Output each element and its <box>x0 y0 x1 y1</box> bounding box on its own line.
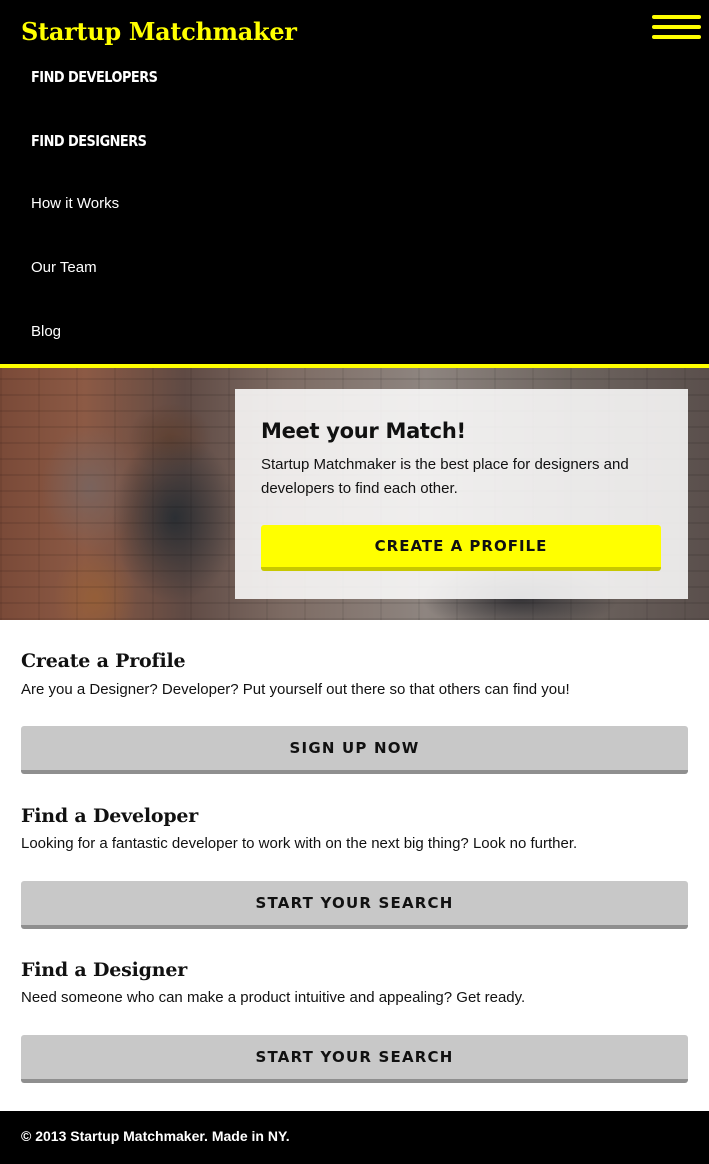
menu-bar-top <box>652 15 701 19</box>
designer-search-button[interactable]: START YOUR SEARCH <box>21 1035 688 1083</box>
nav-item-find-developers[interactable]: FIND DEVELOPERS <box>31 63 158 91</box>
site-footer: © 2013 Startup Matchmaker. Made in NY. <box>0 1111 709 1164</box>
nav-item-our-team[interactable]: Our Team <box>31 254 97 282</box>
create-profile-button[interactable]: CREATE A PROFILE <box>261 525 661 571</box>
hero-card: Meet your Match! Startup Matchmaker is t… <box>235 389 688 599</box>
section-title: Find a Developer <box>21 805 199 827</box>
nav-item-how-it-works[interactable]: How it Works <box>31 190 119 218</box>
brand-logo[interactable]: Startup Matchmaker <box>21 14 297 50</box>
hamburger-menu-icon[interactable] <box>652 14 701 40</box>
menu-bar-bottom <box>652 35 701 39</box>
hero-banner: Meet your Match! Startup Matchmaker is t… <box>0 368 709 620</box>
menu-bar-middle <box>652 25 701 29</box>
nav-item-blog[interactable]: Blog <box>31 318 61 346</box>
section-text: Need someone who can make a product intu… <box>21 989 526 1006</box>
hero-text: Startup Matchmaker is the best place for… <box>261 456 629 497</box>
site-header: Startup Matchmaker FIND DEVELOPERS FIND … <box>0 0 709 364</box>
section-title: Create a Profile <box>21 650 186 672</box>
sign-up-button[interactable]: SIGN UP NOW <box>21 726 688 774</box>
section-title: Find a Designer <box>21 959 188 981</box>
copyright-text: © 2013 Startup Matchmaker. Made in NY. <box>21 1128 290 1144</box>
developer-search-button[interactable]: START YOUR SEARCH <box>21 881 688 929</box>
hero-title: Meet your Match! <box>261 419 466 443</box>
nav-item-find-designers[interactable]: FIND DESIGNERS <box>31 127 147 155</box>
section-text: Looking for a fantastic developer to wor… <box>21 835 578 852</box>
section-text: Are you a Designer? Developer? Put yours… <box>21 681 570 698</box>
